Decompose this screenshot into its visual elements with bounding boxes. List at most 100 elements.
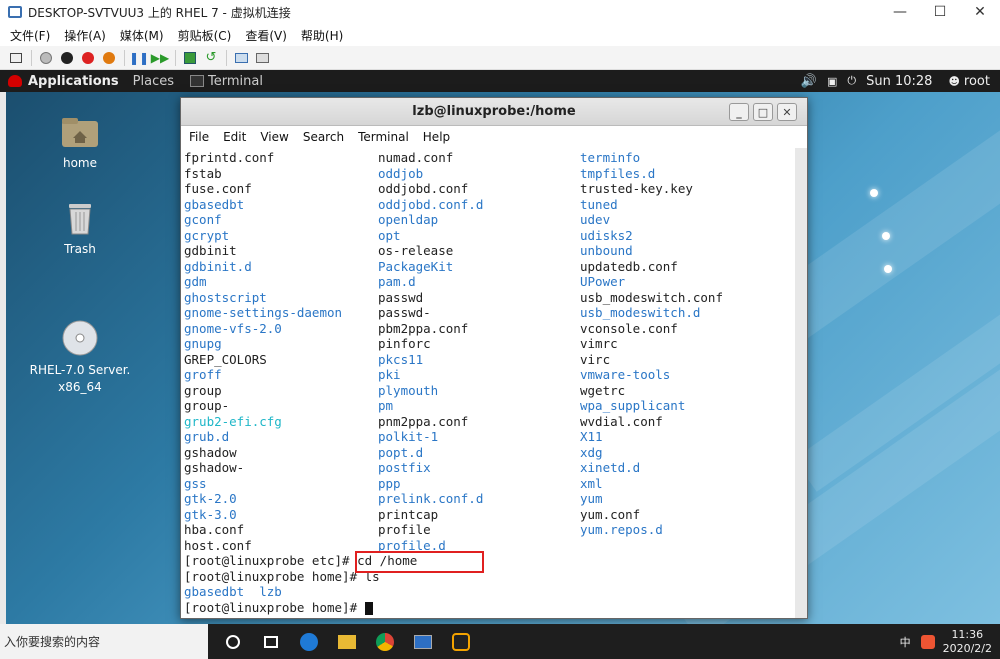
file-entry: opt: [378, 227, 401, 243]
network-icon[interactable]: ▣: [827, 75, 837, 88]
file-entry: gdbinit: [184, 243, 237, 258]
file-entry: gss: [184, 475, 207, 491]
save-state-icon[interactable]: [99, 48, 119, 68]
checkpoint-icon[interactable]: [180, 48, 200, 68]
desktop-icon-dvd[interactable]: RHEL-7.0 Server. x86_64: [25, 284, 135, 396]
file-entry: numad.conf: [378, 150, 454, 165]
file-entry: gshadow-: [184, 460, 245, 475]
terminal-menu-bar: File Edit View Search Terminal Help: [181, 126, 807, 148]
file-entry: oddjobd.conf: [378, 181, 469, 196]
terminal-window[interactable]: lzb@linuxprobe:/home _ □ ✕ File Edit Vie…: [180, 97, 808, 619]
file-entry: gtk-3.0: [184, 506, 237, 522]
tray-ime-indicator[interactable]: 中: [900, 634, 911, 650]
shutdown-icon[interactable]: [78, 48, 98, 68]
terminal-menu-terminal[interactable]: Terminal: [358, 130, 409, 144]
file-entry: printcap: [378, 506, 439, 522]
file-entry: usb_modeswitch.d: [580, 305, 701, 320]
enhanced-session-icon[interactable]: [231, 48, 251, 68]
file-explorer-icon[interactable]: [328, 624, 366, 659]
menu-media[interactable]: 媒体(M): [120, 27, 164, 44]
file-entry: udev: [580, 212, 611, 227]
app-g-icon[interactable]: [442, 624, 480, 659]
chrome-icon[interactable]: [366, 624, 404, 659]
taskbar-clock[interactable]: 11:36 2020/2/2: [943, 628, 992, 656]
terminal-title-bar[interactable]: lzb@linuxprobe:/home _ □ ✕: [181, 98, 807, 126]
desktop-icon-trash[interactable]: Trash: [25, 198, 135, 256]
maximize-button[interactable]: ☐: [920, 0, 960, 24]
volume-icon[interactable]: 🔊: [801, 74, 817, 89]
user-menu[interactable]: root: [964, 74, 990, 89]
terminal-title: lzb@linuxprobe:/home: [412, 104, 576, 119]
file-entry: pnm2ppa.conf: [378, 413, 469, 429]
terminal-menu-view[interactable]: View: [260, 130, 288, 144]
terminal-close-button[interactable]: ✕: [777, 103, 797, 121]
terminal-menu-search[interactable]: Search: [303, 130, 344, 144]
terminal-maximize-button[interactable]: □: [753, 103, 773, 121]
file-entry: grub.d: [184, 429, 230, 444]
applications-label: Applications: [28, 73, 119, 89]
taskbar-search-box[interactable]: 入你要搜索的内容: [0, 624, 208, 659]
terminal-line: grub.d polkit-1 X11: [184, 429, 794, 445]
file-entry: pam.d: [378, 274, 416, 289]
terminal-line: gconf openldap udev: [184, 212, 794, 228]
file-entry: passwd: [378, 289, 424, 305]
places-menu[interactable]: Places: [133, 74, 174, 89]
file-entry: oddjobd.conf.d: [378, 196, 484, 212]
minimize-button[interactable]: —: [880, 0, 920, 24]
file-entry: fuse.conf: [184, 181, 252, 196]
start-icon[interactable]: [36, 48, 56, 68]
ctrl-alt-del-icon[interactable]: [6, 48, 26, 68]
terminal-output[interactable]: fprintd.conf numad.conf terminfo fstab oddjo…: [182, 148, 794, 618]
file-entry: pbm2ppa.conf: [378, 320, 469, 336]
file-entry: polkit-1: [378, 429, 439, 444]
user-icon[interactable]: ☻: [948, 75, 959, 88]
pause-icon[interactable]: ❚❚: [129, 48, 149, 68]
file-entry: wpa_supplicant: [580, 398, 686, 413]
terminal-line: group-pm wpa_supplicant: [184, 398, 794, 414]
menu-clipboard[interactable]: 剪贴板(C): [178, 27, 232, 44]
file-entry: UPower: [580, 274, 626, 289]
terminal-menu-edit[interactable]: Edit: [223, 130, 246, 144]
power-icon[interactable]: ⏻: [847, 74, 856, 88]
file-entry: group: [184, 382, 222, 398]
menu-view[interactable]: 查看(V): [245, 27, 287, 44]
menu-help[interactable]: 帮助(H): [301, 27, 343, 44]
applications-menu[interactable]: Applications: [8, 74, 119, 89]
vm-connection-taskbar-icon[interactable]: [404, 624, 442, 659]
file-entry: X11: [580, 429, 603, 444]
desktop-icon-home[interactable]: home: [25, 112, 135, 170]
terminal-line: gtk-2.0 prelink.conf.d yum: [184, 491, 794, 507]
terminal-line: fstab oddjob tmpfiles.d: [184, 166, 794, 182]
file-entry: vmware-tools: [580, 367, 671, 382]
guest-top-bar: Applications Places Terminal 🔊 ▣ ⏻ Sun 1…: [0, 70, 1000, 92]
terminal-line: gdm pam.d UPower: [184, 274, 794, 290]
turn-off-icon[interactable]: [57, 48, 77, 68]
close-button[interactable]: ✕: [960, 0, 1000, 24]
terminal-line: groff pki vmware-tools: [184, 367, 794, 383]
file-entry: group-: [184, 398, 230, 413]
file-entry: pinforc: [378, 336, 431, 351]
cortana-icon[interactable]: [214, 624, 252, 659]
terminal-app-label: Terminal: [208, 73, 263, 89]
terminal-menu-help[interactable]: Help: [423, 130, 450, 144]
file-entry: gdbinit.d: [184, 258, 252, 274]
terminal-menu-file[interactable]: File: [189, 130, 209, 144]
file-entry: plymouth: [378, 382, 439, 398]
file-entry: gtk-2.0: [184, 491, 237, 506]
edge-browser-icon[interactable]: [290, 624, 328, 659]
terminal-minimize-button[interactable]: _: [729, 103, 749, 121]
terminal-scrollbar[interactable]: [795, 148, 807, 618]
file-entry: udisks2: [580, 227, 633, 243]
terminal-line: fuse.conf oddjobd.conf trusted-key.key: [184, 181, 794, 197]
revert-icon[interactable]: ↺: [201, 48, 221, 68]
file-entry: ghostscript: [184, 289, 267, 305]
menu-action[interactable]: 操作(A): [64, 27, 106, 44]
resume-icon[interactable]: ▶▶: [150, 48, 170, 68]
terminal-app-menu[interactable]: Terminal: [190, 74, 263, 89]
host-title-bar: DESKTOP-SVTVUU3 上的 RHEL 7 - 虚拟机连接 — ☐ ✕: [0, 0, 1000, 24]
sogou-icon[interactable]: [920, 634, 935, 649]
task-view-icon[interactable]: [252, 624, 290, 659]
clock[interactable]: Sun 10:28: [866, 74, 932, 89]
share-icon[interactable]: [252, 48, 272, 68]
menu-file[interactable]: 文件(F): [10, 27, 50, 44]
